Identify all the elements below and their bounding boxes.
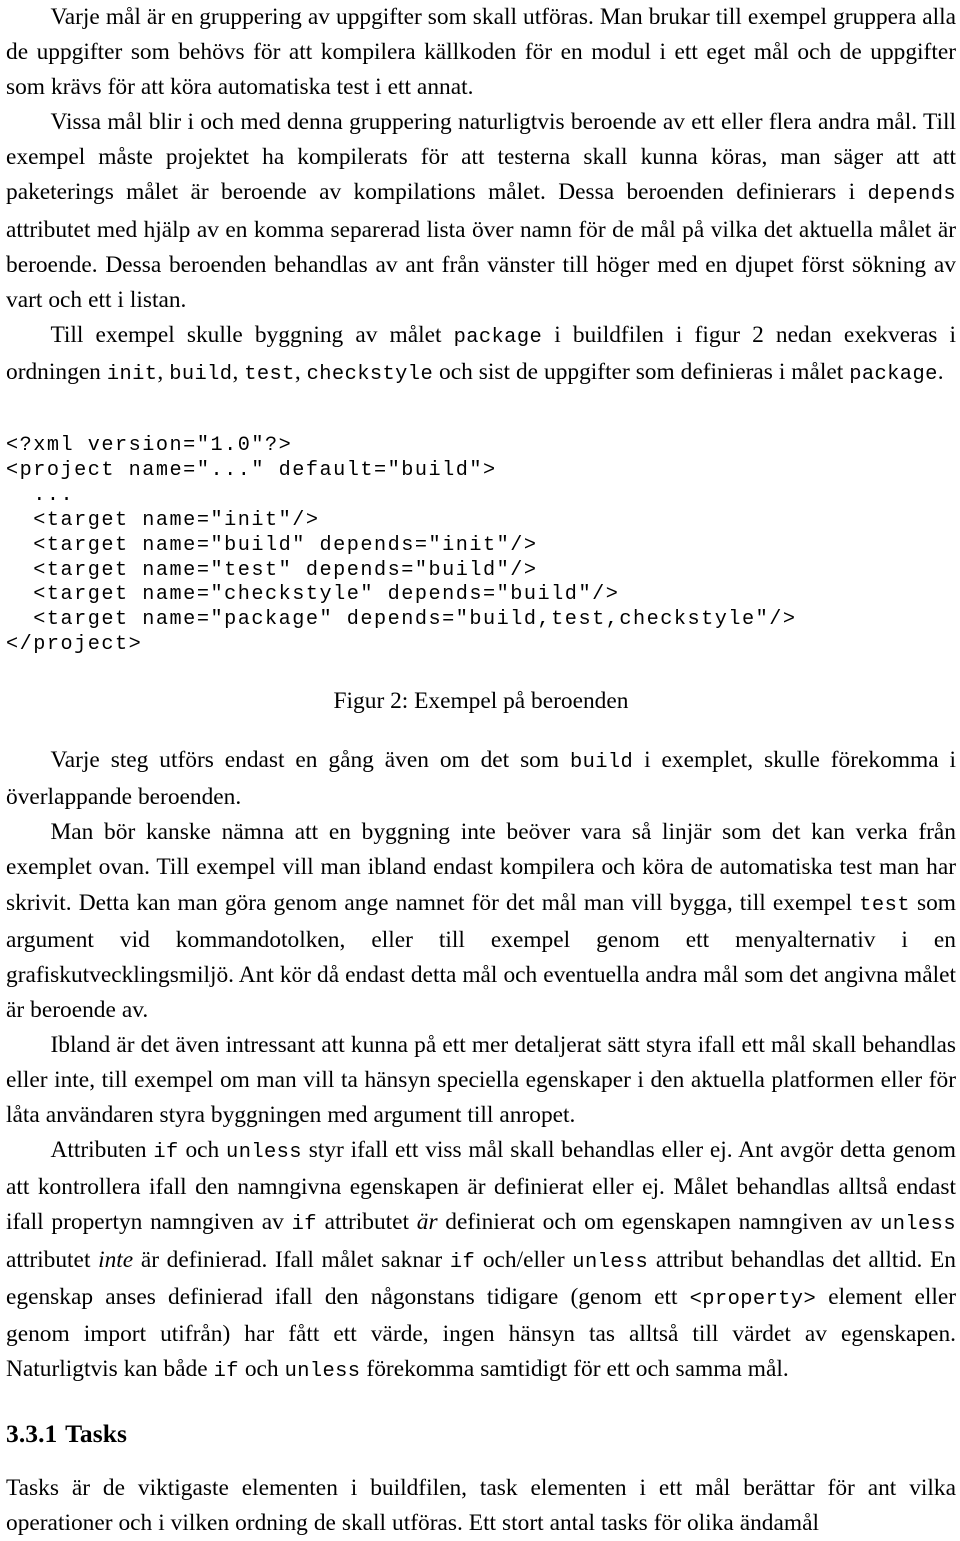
code-term-init: init — [106, 362, 158, 386]
code-term-checkstyle: checkstyle — [306, 362, 434, 386]
code-term-unless: unless — [880, 1213, 956, 1237]
document-page: Varje mål är en gruppering av uppgifter … — [0, 0, 960, 1536]
paragraph-text-part: Man bör kanske nämna att en byggning int… — [6, 819, 956, 916]
paragraph-text: Varje mål är en gruppering av uppgifter … — [6, 4, 956, 101]
xml-code-listing: <?xml version="1.0"?> <project name="...… — [6, 434, 797, 657]
paragraph-text-part: och/eller — [475, 1246, 573, 1273]
paragraph-text-part: och — [178, 1137, 227, 1164]
paragraph-detaljerad-styrning: Ibland är det även intressant att kunna … — [6, 1028, 956, 1133]
code-term-package: package — [849, 362, 938, 386]
emphasis-inte: inte — [98, 1246, 134, 1273]
paragraph-tasks-intro: Tasks är de viktigaste elementen i build… — [6, 1471, 956, 1541]
code-term-depends: depends — [867, 183, 956, 207]
section-heading-tasks: 3.3.1 Tasks — [6, 1419, 956, 1449]
section-number: 3.3.1 — [6, 1418, 58, 1448]
paragraph-text-part: definierat och om egenskapen namngiven a… — [437, 1209, 881, 1236]
before-heading-spacer — [6, 1389, 956, 1419]
after-figure-spacer — [6, 717, 956, 743]
paragraph-text-part: . — [937, 358, 944, 385]
code-term-if: if — [213, 1359, 239, 1383]
paragraph-text-part: Till exempel skulle byggning av målet — [50, 321, 454, 348]
paragraph-exekveringsordning: Till exempel skulle byggning av målet pa… — [6, 318, 956, 392]
figure-top-spacer — [6, 392, 956, 434]
code-term-unless: unless — [572, 1250, 649, 1274]
paragraph-text-part: Attributen — [50, 1137, 154, 1164]
paragraph-text: Tasks är de viktigaste elementen i build… — [6, 1474, 956, 1536]
paragraph-beroenden-depends: Vissa mål blir i och med denna grupperin… — [6, 105, 956, 318]
paragraph-text-part: attributet med hjälp av en komma separer… — [6, 216, 956, 313]
code-term-test: test — [244, 362, 295, 386]
paragraph-text-part: attributet — [316, 1209, 417, 1236]
paragraph-text-part: är definierad. Ifall målet saknar — [133, 1246, 450, 1273]
section-title: Tasks — [65, 1418, 127, 1448]
code-term-if: if — [291, 1213, 317, 1237]
paragraph-if-unless: Attributen if och unless styr ifall ett … — [6, 1133, 956, 1389]
code-term-property-element: <property> — [689, 1287, 817, 1311]
paragraph-text-part: , — [232, 358, 245, 385]
figure-caption: Figur 2: Exempel på beroenden — [333, 688, 629, 715]
code-term-build: build — [569, 751, 634, 775]
code-term-build: build — [169, 362, 233, 386]
emphasis-ar: är — [416, 1209, 438, 1236]
paragraph-byggning-linjar: Man bör kanske nämna att en byggning int… — [6, 815, 956, 1028]
code-term-test: test — [859, 893, 910, 917]
paragraph-text-part: attributet — [6, 1246, 99, 1273]
paragraph-text-part: Vissa mål blir i och med denna grupperin… — [6, 109, 956, 206]
after-heading-spacer — [6, 1449, 956, 1471]
paragraph-mal-gruppering: Varje mål är en gruppering av uppgifter … — [6, 0, 956, 105]
paragraph-text-part: , — [157, 358, 170, 385]
paragraph-text-part: Varje steg utförs endast en gång även om… — [50, 747, 570, 774]
figure-2: <?xml version="1.0"?> <project name="...… — [6, 434, 956, 717]
paragraph-text: Ibland är det även intressant att kunna … — [6, 1031, 956, 1129]
code-term-package: package — [453, 325, 543, 349]
code-term-unless: unless — [284, 1359, 361, 1383]
paragraph-text-part: och sist de uppgifter som definieras i m… — [433, 358, 850, 385]
paragraph-text-part: , — [294, 358, 307, 385]
paragraph-varje-steg: Varje steg utförs endast en gång även om… — [6, 743, 956, 815]
code-term-unless: unless — [226, 1141, 302, 1165]
paragraph-text-part: förekomma samtidigt för ett och samma må… — [360, 1355, 789, 1382]
code-term-if: if — [449, 1250, 476, 1274]
code-term-if: if — [153, 1141, 179, 1165]
paragraph-text-part: och — [238, 1355, 285, 1382]
